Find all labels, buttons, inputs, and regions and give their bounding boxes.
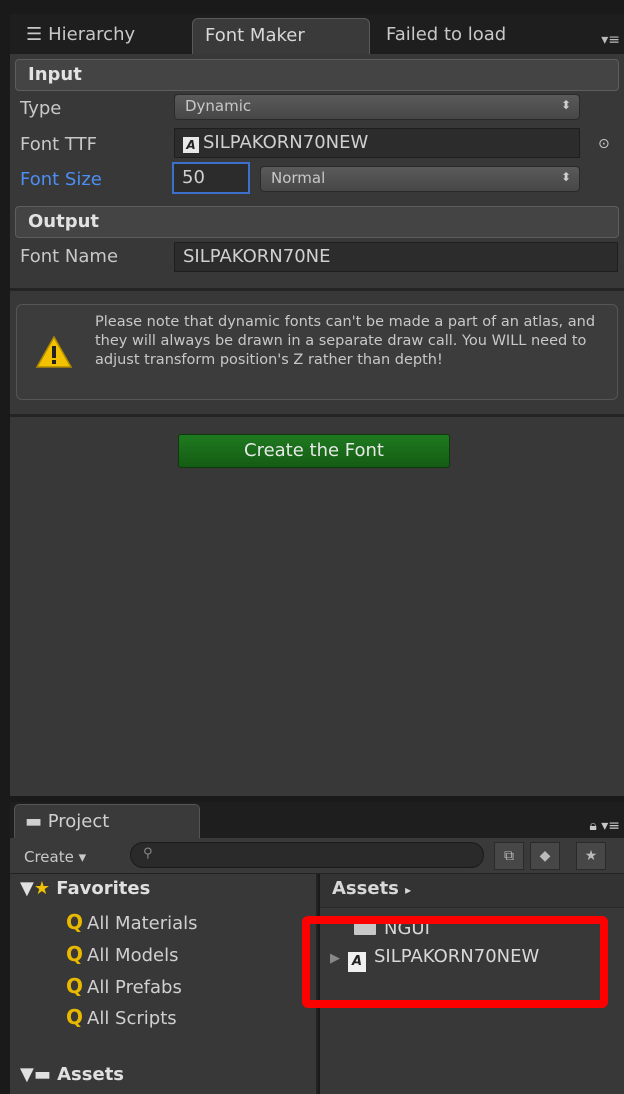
tab-hierarchy[interactable]: ☰ Hierarchy	[14, 18, 147, 54]
favorites-header[interactable]: ▼★ Favorites	[20, 878, 150, 899]
type-label: Type	[20, 98, 62, 119]
warning-icon	[35, 335, 73, 368]
star-icon: ★	[33, 878, 50, 899]
type-dropdown[interactable]: Dynamic ⬍	[174, 94, 580, 120]
favorite-item[interactable]: Q All Scripts	[66, 1005, 177, 1029]
lock-icon[interactable]: 🔒︎	[589, 818, 596, 834]
font-name-field[interactable]: SILPAKORN70NE	[174, 242, 618, 272]
expand-arrow-icon: ▼	[20, 1064, 34, 1085]
red-highlight-box	[302, 916, 608, 1008]
panel-menu-icon[interactable]: ▾≡	[601, 32, 620, 48]
font-file-icon: A	[183, 137, 199, 153]
favorite-item[interactable]: Q All Models	[66, 942, 178, 966]
warning-box: Please note that dynamic fonts can't be …	[16, 304, 618, 400]
tab-project[interactable]: ▬ Project	[14, 804, 200, 838]
expand-arrow-icon: ▼	[20, 878, 34, 899]
output-section-header[interactable]: Output	[15, 206, 619, 238]
assets-root-folder[interactable]: ▼▬ Assets	[20, 1064, 124, 1085]
search-icon: Q	[66, 910, 84, 934]
chevron-down-icon: ▾	[78, 848, 87, 866]
filter-by-label-icon[interactable]: ◆	[530, 842, 560, 870]
tab-font-maker[interactable]: Font Maker	[192, 18, 370, 54]
search-icon: Q	[66, 1005, 84, 1029]
font-ttf-field[interactable]: A SILPAKORN70NEW	[174, 128, 580, 158]
folder-icon: ▬	[25, 811, 48, 832]
create-dropdown[interactable]: Create ▾	[24, 848, 86, 866]
project-toolbar: Create ▾ ⚲ ⧉ ◆ ★	[10, 838, 624, 874]
panel-menu-icon[interactable]: ▾≡	[601, 818, 620, 834]
warning-message: Please note that dynamic fonts can't be …	[95, 314, 596, 368]
top-tab-bar: ☰ Hierarchy Font Maker Failed to load ▾≡	[10, 14, 624, 54]
favorite-star-icon[interactable]: ★	[576, 842, 606, 870]
breadcrumb[interactable]: Assets ▸	[320, 874, 624, 908]
tab-failed-to-load[interactable]: Failed to load	[374, 18, 518, 54]
search-input[interactable]: ⚲	[130, 842, 484, 868]
search-icon: Q	[66, 974, 84, 998]
filter-by-type-icon[interactable]: ⧉	[494, 842, 524, 870]
font-ttf-label: Font TTF	[20, 134, 97, 155]
hierarchy-icon: ☰	[26, 24, 43, 45]
font-style-dropdown[interactable]: Normal ⬍	[260, 166, 580, 192]
chevron-right-icon: ▸	[405, 883, 412, 897]
font-size-input[interactable]: 50	[172, 162, 250, 194]
divider	[10, 414, 624, 417]
project-tab-bar: ▬ Project 🔒︎ ▾≡	[10, 802, 624, 838]
search-icon: ⚲	[143, 846, 153, 861]
search-icon: Q	[66, 942, 84, 966]
font-maker-panel: Input Type Dynamic ⬍ Font TTF A SILPAKORN…	[10, 54, 624, 796]
folder-icon: ▬	[33, 1064, 58, 1085]
divider	[10, 288, 624, 291]
project-folder-tree: ▼★ Favorites Q All Materials Q All Models …	[10, 874, 318, 1094]
object-picker-icon[interactable]: ⊙	[598, 136, 610, 152]
dropdown-arrows-icon: ⬍	[560, 98, 571, 112]
font-name-label: Font Name	[20, 246, 119, 267]
dropdown-arrows-icon: ⬍	[560, 170, 571, 184]
favorite-item[interactable]: Q All Prefabs	[66, 974, 182, 998]
create-font-button[interactable]: Create the Font	[178, 434, 450, 468]
input-section-header[interactable]: Input	[15, 59, 619, 91]
font-size-label: Font Size	[20, 169, 102, 190]
favorite-item[interactable]: Q All Materials	[66, 910, 198, 934]
